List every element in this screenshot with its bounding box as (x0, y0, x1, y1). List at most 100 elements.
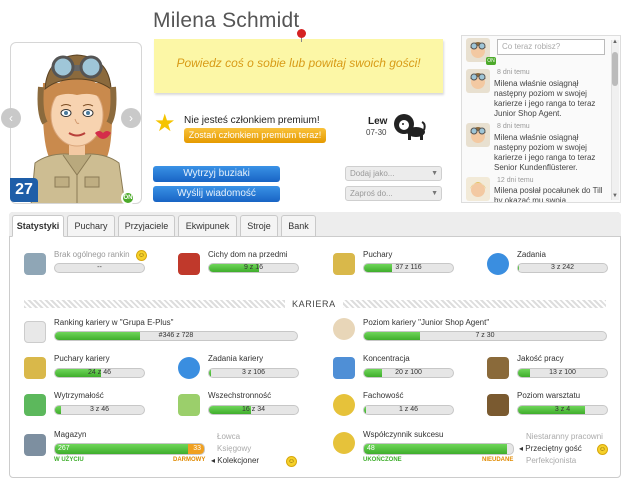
status-sticky-note[interactable]: Powiedz coś o sobie lub powitaj swoich g… (154, 39, 443, 93)
tab-puchary[interactable]: Puchary (67, 215, 115, 237)
free-tag: DARMOWY (173, 457, 206, 463)
stat-bar: 37 z 116 (363, 263, 454, 273)
zodiac-name: Lew (368, 116, 388, 127)
stat-bar: 13 z 100 (517, 368, 608, 378)
tab-przyjaciele[interactable]: Przyjaciele (118, 215, 175, 237)
stat-value: 3 z 4 (554, 406, 571, 413)
tab-statystyki[interactable]: Statystyki (12, 215, 64, 237)
stat-label: Magazyn (54, 430, 87, 439)
battery-icon (24, 394, 46, 416)
next-avatar-button[interactable]: › (121, 108, 141, 128)
storage-used: 267 (58, 445, 70, 452)
concentration-icon (333, 357, 355, 379)
stat-value: #346 z 728 (158, 332, 194, 339)
feed-text: Milena właśnie osiągnął następny poziom … (494, 133, 596, 172)
tab-ekwipunek[interactable]: Ekwipunek (178, 215, 237, 237)
stat-value: 16 z 34 (242, 406, 265, 413)
success-value: 48 (367, 445, 375, 452)
stat-bar: -- (54, 263, 145, 273)
expertise-icon (333, 394, 355, 416)
career-tasks-icon (178, 357, 200, 379)
sticky-note-text: Powiedz coś o sobie lub powitaj swoich g… (176, 56, 421, 70)
stat-label: Fachowość (363, 391, 404, 400)
success-option-label: Przeciętny gość (525, 444, 582, 453)
tools-icon (24, 434, 46, 456)
success-bar: 48 (363, 443, 514, 455)
career-trophy-icon (24, 357, 46, 379)
stat-label: Zadania kariery (208, 354, 264, 363)
done-tag: UKOŃCZONE (363, 457, 402, 463)
trophy-icon (333, 253, 355, 275)
stat-label: Puchary (363, 250, 393, 259)
stat-bar: 9 z 16 (208, 263, 299, 273)
send-message-button[interactable]: Wyślij wiadomość (153, 186, 280, 202)
stat-label: Jakość pracy (517, 354, 564, 363)
role-option-selected[interactable]: ◂ Kolekcjoner (211, 456, 259, 465)
online-mini-badge: ON (486, 57, 496, 65)
success-option[interactable]: Niestaranny pracowni (526, 432, 622, 441)
stat-label: Puchary kariery (54, 354, 110, 363)
used-tag: W UŻYCIU (54, 457, 84, 463)
bar-fill (364, 444, 508, 454)
feed-avatar-3 (466, 177, 490, 201)
profile-page: ‹ › 27 ON Milena Schmidt Powiedz coś o s… (0, 0, 630, 478)
workshop-icon (487, 394, 509, 416)
storage-free: 33 (193, 445, 201, 452)
chevron-down-icon: ▼ (431, 190, 438, 197)
page-title: Milena Schmidt (153, 9, 300, 32)
smiley-icon: ☺ (597, 444, 608, 455)
stat-label: Wytrzymałość (54, 391, 104, 400)
premium-star-icon: ★ (154, 110, 176, 137)
become-premium-button[interactable]: Zostań członkiem premium teraz! (184, 128, 326, 143)
versatility-icon (178, 394, 200, 416)
tab-stroje[interactable]: Stroje (240, 215, 278, 237)
stat-value: 20 z 100 (395, 369, 422, 376)
prev-avatar-button[interactable]: ‹ (1, 108, 21, 128)
stat-value: 3 z 46 (89, 406, 110, 413)
role-option-label: Kolekcjoner (217, 456, 260, 465)
chevron-down-icon: ▼ (431, 170, 438, 177)
pin-icon (297, 29, 306, 38)
stat-bar: 3 z 4 (517, 405, 608, 415)
stat-value: 3 z 106 (242, 369, 265, 376)
feed-time: 8 dni temu (497, 69, 530, 76)
stat-bar: 24 z 46 (54, 368, 145, 378)
stat-value: 1 z 46 (398, 406, 419, 413)
add-as-label: Dodaj jako... (350, 169, 395, 178)
status-input[interactable]: Co teraz robisz? (497, 39, 605, 55)
add-as-select[interactable]: Dodaj jako... ▼ (345, 166, 442, 181)
feed-time: 8 dni temu (497, 123, 530, 130)
invite-to-select[interactable]: Zaproś do... ▼ (345, 186, 442, 201)
feed-scrollbar-thumb[interactable] (612, 52, 618, 86)
stat-bar: 20 z 100 (363, 368, 454, 378)
ranking-icon (24, 253, 46, 275)
role-option[interactable]: Księgowy (217, 444, 251, 453)
stat-bar: 1 z 46 (363, 405, 454, 415)
career-ranking-bar: #346 z 728 (54, 331, 298, 341)
scroll-up-icon[interactable]: ▲ (612, 39, 618, 45)
company-logo-icon (24, 321, 46, 343)
stat-label: Poziom kariery "Junior Shop Agent" (363, 318, 490, 327)
scroll-down-icon[interactable]: ▼ (612, 193, 618, 199)
stat-value: 3 z 242 (551, 264, 574, 271)
failed-tag: NIEUDANE (482, 457, 514, 463)
online-badge: ON (121, 191, 135, 205)
career-level-bar: 7 z 30 (363, 331, 607, 341)
smiley-icon: ☺ (286, 456, 297, 467)
house-icon (178, 253, 200, 275)
role-option[interactable]: Łowca (217, 432, 240, 441)
stat-label: Ranking kariery w "Grupa E-Plus" (54, 318, 174, 327)
lion-icon (394, 114, 426, 140)
career-avatar-icon (333, 318, 355, 340)
medal-icon (333, 432, 355, 454)
work-quality-icon (487, 357, 509, 379)
tab-bank[interactable]: Bank (281, 215, 316, 237)
success-option[interactable]: Perfekcjonista (526, 456, 576, 465)
feed-avatar-2 (466, 123, 490, 147)
bar-fill (55, 444, 188, 454)
stat-label: Poziom warsztatu (517, 391, 581, 400)
wipe-kisses-button[interactable]: Wytrzyj buziaki (153, 166, 280, 182)
success-option-selected[interactable]: ◂ Przeciętny gość (519, 444, 582, 453)
stat-label: Brak ogólnego rankin (54, 250, 130, 259)
premium-status-text: Nie jesteś członkiem premium! (184, 115, 320, 126)
